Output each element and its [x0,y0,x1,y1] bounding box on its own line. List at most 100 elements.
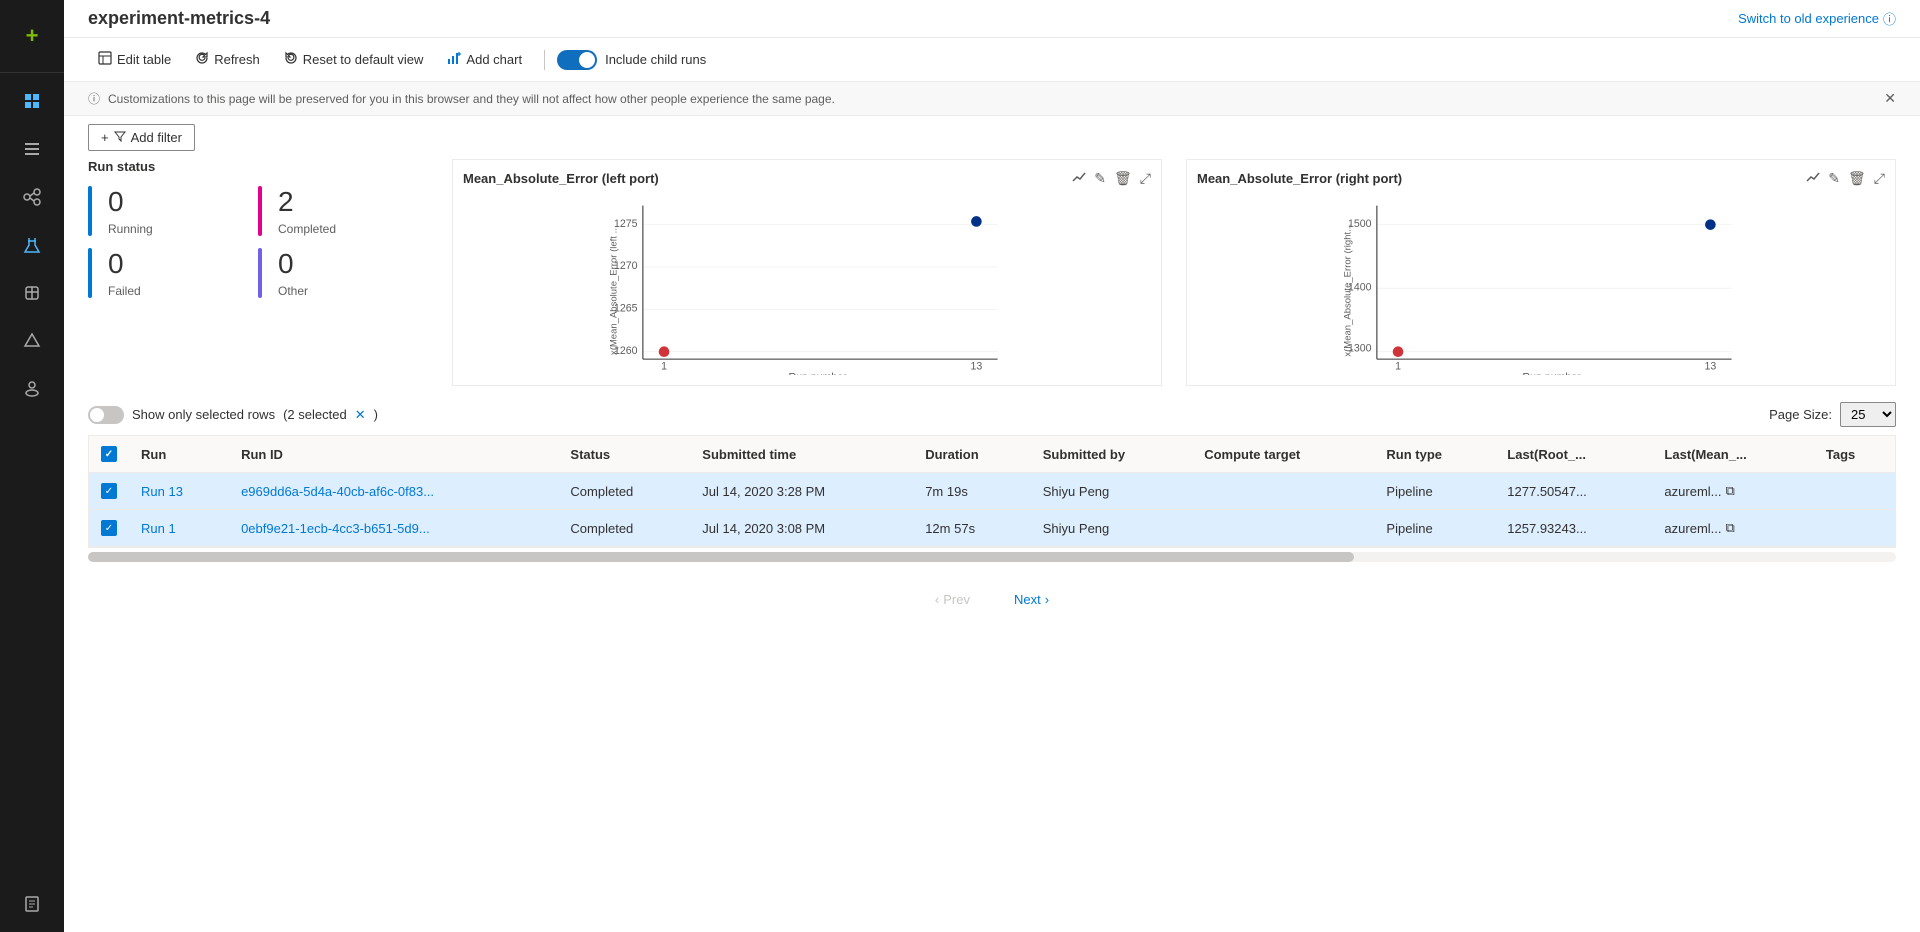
refresh-button[interactable]: Refresh [185,46,270,73]
add-icon[interactable]: + [12,16,52,56]
switch-to-old-link[interactable]: Switch to old experience ⓘ [1738,9,1896,28]
other-count: 0 [278,248,308,280]
info-bar: ⓘ Customizations to this page will be pr… [64,82,1920,116]
sidebar-item-pipelines[interactable] [12,177,52,217]
edit-table-button[interactable]: Edit table [88,46,181,73]
chart-left-expand-icon[interactable]: ⤢ [1140,170,1151,187]
chart-right-expand-icon[interactable]: ⤢ [1874,170,1885,187]
selected-rows-bar: Show only selected rows (2 selected ✕ ) … [88,402,1896,427]
add-filter-button[interactable]: + Add filter [88,124,195,151]
row2-copy-icon[interactable]: ⧉ [1726,520,1735,536]
sidebar-item-notebooks[interactable] [12,884,52,924]
svg-text:13: 13 [971,361,983,373]
prev-chevron-icon: ‹ [935,592,939,607]
include-child-runs-toggle[interactable] [557,50,597,70]
col-duration: Duration [913,436,1031,473]
add-chart-icon [447,51,461,68]
row2-run-link[interactable]: Run 1 [141,521,176,536]
next-label: Next [1014,592,1041,607]
row1-run-id-link[interactable]: e969dd6a-5d4a-40cb-af6c-0f83... [241,484,434,499]
svg-text:x(Mean_Absolute_Error (right..: x(Mean_Absolute_Error (right... [1342,224,1353,357]
svg-text:Run number: Run number [788,371,847,375]
completed-label: Completed [278,222,336,236]
col-run: Run [129,436,229,473]
sidebar-item-models[interactable] [12,273,52,313]
chart-right-delete-icon[interactable]: 🗑 [1848,170,1866,187]
row1-azureml-tag: azureml... [1664,484,1721,499]
chart-left-trend-icon[interactable] [1072,170,1086,187]
table-body: ✓ Run 13 e969dd6a-5d4a-40cb-af6c-0f83...… [89,473,1895,547]
row2-run-id-link[interactable]: 0ebf9e21-1ecb-4cc3-b651-5d9... [241,521,430,536]
pagination: ‹ Prev Next › [88,570,1896,629]
chart-right-trend-icon[interactable] [1806,170,1820,187]
sidebar-item-jobs[interactable] [12,129,52,169]
prev-button[interactable]: ‹ Prev [921,586,984,613]
row1-run: Run 13 [129,473,229,510]
page-size-label: Page Size: [1769,407,1832,422]
row1-checkbox-cell: ✓ [89,473,129,510]
reset-button[interactable]: Reset to default view [274,46,434,73]
svg-text:1: 1 [661,361,667,373]
row2-run: Run 1 [129,510,229,547]
sidebar-item-data[interactable] [12,369,52,409]
failed-count: 0 [108,248,141,280]
row2-tag-copy: azureml... ⧉ [1664,520,1801,536]
chart-left-area: 1275 1270 1265 1260 1 1 [463,195,1151,375]
filter-icon [114,130,126,145]
add-chart-button[interactable]: Add chart [437,46,532,73]
sidebar-item-home[interactable] [12,81,52,121]
row2-checkbox-cell: ✓ [89,510,129,547]
svg-text:13: 13 [1705,361,1717,373]
refresh-icon [195,51,209,68]
info-bar-icon: ⓘ [88,90,100,107]
sidebar-item-experiments[interactable] [12,225,52,265]
include-child-runs-toggle-container: Include child runs [557,50,706,70]
show-selected-toggle[interactable] [88,406,124,424]
show-selected-label: Show only selected rows [132,407,275,422]
switch-link-text: Switch to old experience [1738,11,1879,26]
row1-duration: 7m 19s [913,473,1031,510]
next-button[interactable]: Next › [1000,586,1063,613]
svg-text:x(Mean_Absolute_Error (left ..: x(Mean_Absolute_Error (left ... [608,226,619,356]
main-content: experiment-metrics-4 Switch to old exper… [64,0,1920,932]
row2-checkbox[interactable]: ✓ [101,520,117,536]
chart-right-header: Mean_Absolute_Error (right port) ✎ 🗑 ⤢ [1197,170,1885,187]
toolbar-separator [544,50,545,70]
row1-status: Completed [558,473,690,510]
row2-compute-target [1192,510,1374,547]
add-chart-label: Add chart [466,52,522,67]
table-row: ✓ Run 1 0ebf9e21-1ecb-4cc3-b651-5d9... C… [89,510,1895,547]
close-badge-icon[interactable]: ✕ [355,407,366,423]
chart-left-delete-icon[interactable]: 🗑 [1114,170,1132,187]
col-tags: Tags [1814,436,1895,473]
next-chevron-icon: › [1045,592,1049,607]
info-bar-close-icon[interactable]: ✕ [1884,90,1896,107]
chart-right-edit-icon[interactable]: ✎ [1828,170,1840,187]
running-label: Running [108,222,153,236]
horizontal-scrollbar[interactable] [88,552,1896,562]
chart-right-svg: 1500 1400 1300 1 13 [1197,195,1885,375]
row2-azureml-tag: azureml... [1664,521,1721,536]
row1-last-root: 1277.50547... [1495,473,1652,510]
row1-tag-copy: azureml... ⧉ [1664,483,1801,499]
running-info: 0 Running [108,186,153,236]
status-failed-row: 0 Failed [88,248,258,298]
page-size-section: Page Size: 25 10 50 100 [1769,402,1896,427]
row1-copy-icon[interactable]: ⧉ [1726,483,1735,499]
page-size-select[interactable]: 25 10 50 100 [1840,402,1896,427]
table-row: ✓ Run 13 e969dd6a-5d4a-40cb-af6c-0f83...… [89,473,1895,510]
status-other-row: 0 Other [258,248,428,298]
selected-count: (2 selected [283,407,347,422]
runs-table-wrapper: ✓ Run Run ID Status Submitted time Durat… [88,435,1896,548]
prev-label: Prev [943,592,970,607]
other-bar [258,248,262,298]
row1-submitted-by: Shiyu Peng [1031,473,1192,510]
chart-left-edit-icon[interactable]: ✎ [1094,170,1106,187]
select-all-checkbox[interactable]: ✓ [101,446,117,462]
chart-right-icons: ✎ 🗑 ⤢ [1806,170,1885,187]
table-header-row: ✓ Run Run ID Status Submitted time Durat… [89,436,1895,473]
sidebar-item-endpoints[interactable] [12,321,52,361]
row1-checkbox[interactable]: ✓ [101,483,117,499]
row1-run-link[interactable]: Run 13 [141,484,183,499]
other-info: 0 Other [278,248,308,298]
